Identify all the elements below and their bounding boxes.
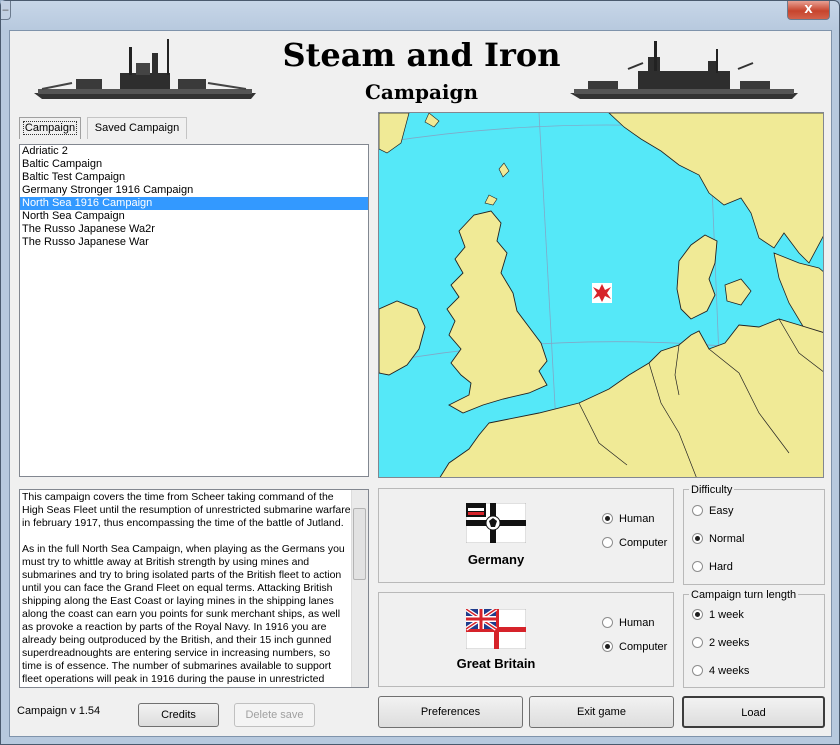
scrollbar-thumb[interactable] [353,508,366,580]
radio-label: Normal [709,533,745,545]
description-paragraph: As in the full North Sea Campaign, when … [22,543,345,685]
germany-human-radio[interactable]: Human [602,513,654,526]
turn-4-weeks-radio[interactable]: 4 weeks [692,665,749,678]
radio-label: Computer [619,537,668,549]
application-window: ‒ X Steam and Iron Campaign Campaign Sav… [0,0,840,745]
turn-length-legend: Campaign turn length [689,589,799,601]
britain-human-radio[interactable]: Human [602,617,654,630]
campaign-map[interactable] [378,112,824,478]
difficulty-legend: Difficulty [689,484,735,496]
britain-side-panel: Great Britain Human Computer [378,592,674,687]
radio-label: Easy [709,505,734,517]
germany-side-panel: Germany Human Computer [378,488,674,583]
load-button[interactable]: Load [682,696,825,728]
list-item[interactable]: Adriatic 2 [20,145,368,158]
list-item[interactable]: Baltic Campaign [20,158,368,171]
turn-2-weeks-radio[interactable]: 2 weeks [692,637,749,650]
list-item[interactable]: Baltic Test Campaign [20,171,368,184]
radio-dot[interactable] [602,617,613,628]
page-title: Steam and Iron [282,36,561,74]
tab-campaign[interactable]: Campaign [19,117,81,139]
radio-label: 2 weeks [709,637,750,649]
white-ensign-icon [466,609,526,649]
page-subtitle: Campaign [364,80,479,104]
britain-computer-radio[interactable]: Computer [602,641,667,654]
list-item[interactable]: Germany Stronger 1916 Campaign [20,184,368,197]
difficulty-normal-radio[interactable]: Normal [692,533,744,546]
tab-campaign-label: Campaign [22,121,78,135]
radio-label: Hard [709,561,733,573]
germany-label: Germany [467,552,525,567]
description-scrollbar[interactable] [351,490,368,687]
radio-dot[interactable] [692,665,703,676]
credits-button[interactable]: Credits [138,703,219,727]
description-paragraph: This campaign covers the time from Schee… [22,491,351,529]
radio-label: 1 week [709,609,744,621]
difficulty-hard-radio[interactable]: Hard [692,561,733,574]
version-label: Campaign v 1.54 [17,705,101,717]
radio-dot[interactable] [602,641,613,652]
tab-saved-campaign[interactable]: Saved Campaign [87,117,187,139]
radio-dot[interactable] [692,609,703,620]
radio-dot[interactable] [692,561,703,572]
exit-game-button[interactable]: Exit game [529,696,674,728]
britain-label: Great Britain [456,656,536,671]
difficulty-group: Difficulty Easy Normal Hard [683,484,825,585]
preferences-button[interactable]: Preferences [378,696,523,728]
campaign-list[interactable]: Adriatic 2 Baltic Campaign Baltic Test C… [19,144,369,477]
list-item[interactable]: The Russo Japanese War [20,236,368,249]
minimize-button[interactable]: ‒ [1,1,11,20]
main-panel: Steam and Iron Campaign Campaign Saved C… [9,30,832,737]
radio-dot[interactable] [692,533,703,544]
radio-label: Human [619,513,655,525]
campaign-description[interactable]: This campaign covers the time from Schee… [19,489,369,688]
turn-1-week-radio[interactable]: 1 week [692,609,744,622]
german-naval-ensign-icon [466,503,526,543]
iron-cross-icon[interactable] [591,282,613,304]
list-item-selected[interactable]: North Sea 1916 Campaign [20,197,368,210]
difficulty-easy-radio[interactable]: Easy [692,505,733,518]
list-item[interactable]: The Russo Japanese Wa2r [20,223,368,236]
radio-dot[interactable] [692,505,703,516]
radio-label: 4 weeks [709,665,750,677]
radio-label: Computer [619,641,668,653]
delete-save-button[interactable]: Delete save [234,703,315,727]
tab-saved-campaign-label: Saved Campaign [94,122,180,134]
list-item[interactable]: North Sea Campaign [20,210,368,223]
turn-length-group: Campaign turn length 1 week 2 weeks 4 we… [683,589,825,688]
close-button[interactable]: X [787,1,830,20]
germany-computer-radio[interactable]: Computer [602,537,667,550]
radio-dot[interactable] [602,537,613,548]
radio-dot[interactable] [602,513,613,524]
radio-dot[interactable] [692,637,703,648]
radio-label: Human [619,617,655,629]
